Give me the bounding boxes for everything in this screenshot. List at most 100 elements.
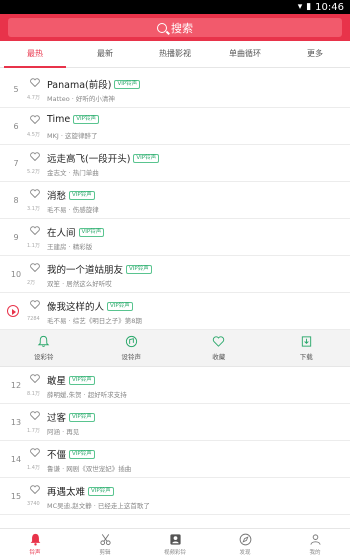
rank-number: 6 — [13, 121, 19, 131]
favorite-label: 收藏 — [212, 353, 226, 361]
song-subtitle: MKJ · 这旋律醉了 — [47, 132, 98, 140]
status-bar: ▾ ▮ 10:46 — [0, 0, 350, 14]
song-row[interactable]: 9 在人间 VIP铃声 1.1万 王建房 · 精彩版 — [0, 219, 350, 256]
status-time: 10:46 — [315, 1, 344, 13]
song-action-bar: 设彩铃 设铃声 收藏 下载 — [0, 330, 350, 367]
song-subtitle: Matteo · 好听的小清神 — [47, 95, 115, 103]
song-row-playing[interactable]: 像我这样的人 VIP铃声 7284 毛不易 · 综艺《明日之子》第8期 — [0, 293, 350, 330]
vip-badge: VIP铃声 — [69, 412, 95, 422]
download-icon — [301, 336, 311, 347]
rank-number: 13 — [10, 417, 22, 427]
bottom-nav: 铃声 剪辑 视频彩铃 发现 我的 — [0, 528, 350, 560]
vip-badge: VIP铃声 — [78, 227, 105, 237]
search-bar: 搜索 — [0, 14, 350, 41]
vip-badge: VIP铃声 — [133, 153, 160, 163]
nav-discover[interactable]: 发现 — [210, 529, 280, 560]
tab-hottest[interactable]: 最热 — [0, 41, 70, 68]
song-subtitle: 阿涵 · 再见 — [47, 428, 80, 436]
heart-icon[interactable] — [30, 485, 40, 494]
song-row[interactable]: 8 消愁 VIP铃声 3.1万 毛不易 · 伤感旋律 — [0, 182, 350, 219]
vip-badge: VIP铃声 — [88, 486, 114, 496]
vip-badge: VIP铃声 — [69, 375, 95, 385]
heart-icon[interactable] — [30, 226, 40, 235]
song-subtitle: 王建房 · 精彩版 — [47, 243, 93, 251]
song-subtitle: 薛明媛,朱贺 · 超好听求支持 — [47, 391, 127, 399]
play-count: 4.7万 — [27, 95, 40, 101]
song-title: 消愁 — [47, 191, 67, 202]
rank-number: 12 — [10, 380, 22, 390]
heart-icon[interactable] — [30, 115, 40, 124]
nav-edit-label: 剪辑 — [99, 550, 111, 556]
heart-icon[interactable] — [30, 374, 40, 383]
song-title: 像我这样的人 — [47, 302, 105, 313]
song-title: Panama(前段) — [47, 80, 112, 91]
scissors-icon — [99, 534, 111, 546]
favorite-button[interactable]: 收藏 — [175, 330, 263, 366]
rank-number: 14 — [10, 454, 22, 464]
play-count: 5.2万 — [27, 169, 40, 175]
heart-icon[interactable] — [30, 300, 40, 309]
nav-mine[interactable]: 我的 — [280, 529, 350, 560]
nav-mine-label: 我的 — [309, 550, 321, 556]
song-title: 远走高飞(一段开头) — [47, 154, 131, 165]
vip-badge: VIP铃声 — [69, 190, 95, 200]
download-label: 下载 — [299, 353, 313, 361]
song-title: 过客 — [47, 413, 67, 424]
heart-icon[interactable] — [30, 411, 40, 420]
set-ringback-button[interactable]: 设彩铃 — [0, 330, 88, 366]
wifi-icon: ▾ — [297, 2, 303, 12]
heart-icon[interactable] — [30, 448, 40, 457]
tab-single-loop[interactable]: 单曲循环 — [210, 41, 280, 67]
compass-icon — [239, 533, 251, 546]
song-row[interactable]: 7 远走高飞(一段开头) VIP铃声 5.2万 金志文 · 热门单曲 — [0, 145, 350, 182]
song-subtitle: MC吴迪,赵文静 · 已经走上这首歌了 — [47, 502, 150, 510]
song-row[interactable]: 14 不僵 VIP铃声 1.4万 鲁谦 · 网剧《双世宠妃》插曲 — [0, 441, 350, 478]
user-icon — [309, 534, 321, 545]
bell-icon — [30, 533, 40, 546]
song-row[interactable]: 13 过客 VIP铃声 1.7万 阿涵 · 再见 — [0, 404, 350, 441]
vip-badge: VIP铃声 — [114, 79, 141, 89]
play-count: 4.5万 — [27, 132, 40, 138]
play-count: 1.4万 — [27, 465, 40, 471]
song-row[interactable]: 5 Panama(前段) VIP铃声 4.7万 Matteo · 好听的小清神 — [0, 71, 350, 108]
nav-discover-label: 发现 — [239, 550, 251, 556]
play-count: 1.1万 — [27, 243, 40, 249]
vip-badge: VIP铃声 — [69, 449, 95, 459]
search-button[interactable]: 搜索 — [8, 18, 342, 37]
song-row[interactable]: 6 Time VIP铃声 4.5万 MKJ · 这旋律醉了 — [0, 108, 350, 145]
nav-ringtones[interactable]: 铃声 — [0, 529, 70, 560]
song-row[interactable]: 10 我的一个道姑朋友 VIP铃声 2万 双笙 · 居然这么好听哎 — [0, 256, 350, 293]
play-icon[interactable] — [7, 305, 19, 317]
song-subtitle: 金志文 · 热门单曲 — [47, 169, 99, 177]
rank-number: 5 — [13, 84, 19, 94]
song-row[interactable]: 12 敢星 VIP铃声 8.1万 薛明媛,朱贺 · 超好听求支持 — [0, 367, 350, 404]
bell-icon — [37, 335, 50, 347]
download-button[interactable]: 下载 — [263, 330, 350, 366]
set-ringback-label: 设彩铃 — [34, 353, 54, 361]
play-count: 7284 — [27, 316, 40, 322]
set-ringtone-label: 设铃声 — [121, 353, 142, 361]
battery-icon: ▮ — [306, 2, 312, 12]
song-title: 再遇太难 — [47, 487, 86, 498]
song-subtitle: 毛不易 · 综艺《明日之子》第8期 — [47, 317, 142, 325]
set-ringtone-button[interactable]: 设铃声 — [88, 330, 176, 366]
search-label: 搜索 — [171, 21, 193, 35]
song-row[interactable]: 15 再遇太难 VIP铃声 3740 MC吴迪,赵文静 · 已经走上这首歌了 — [0, 478, 350, 515]
song-subtitle: 毛不易 · 伤感旋律 — [47, 206, 99, 214]
heart-icon[interactable] — [30, 189, 40, 198]
heart-icon[interactable] — [30, 263, 40, 272]
nav-video-ringback[interactable]: 视频彩铃 — [140, 529, 210, 560]
nav-edit[interactable]: 剪辑 — [70, 529, 140, 560]
tab-more[interactable]: 更多 — [280, 41, 350, 67]
play-count: 8.1万 — [27, 391, 40, 397]
song-title: 敢星 — [47, 376, 67, 387]
category-tabs: 最热 最新 热播影视 单曲循环 更多 — [0, 41, 350, 68]
nav-video-ringback-label: 视频彩铃 — [163, 550, 186, 556]
heart-icon[interactable] — [30, 78, 40, 87]
ring-icon — [125, 335, 137, 348]
heart-icon[interactable] — [30, 152, 40, 161]
tab-newest[interactable]: 最新 — [70, 41, 140, 67]
tab-film-tv[interactable]: 热播影视 — [140, 41, 210, 67]
song-subtitle: 鲁谦 · 网剧《双世宠妃》插曲 — [47, 465, 132, 473]
play-count: 3.1万 — [27, 206, 40, 212]
